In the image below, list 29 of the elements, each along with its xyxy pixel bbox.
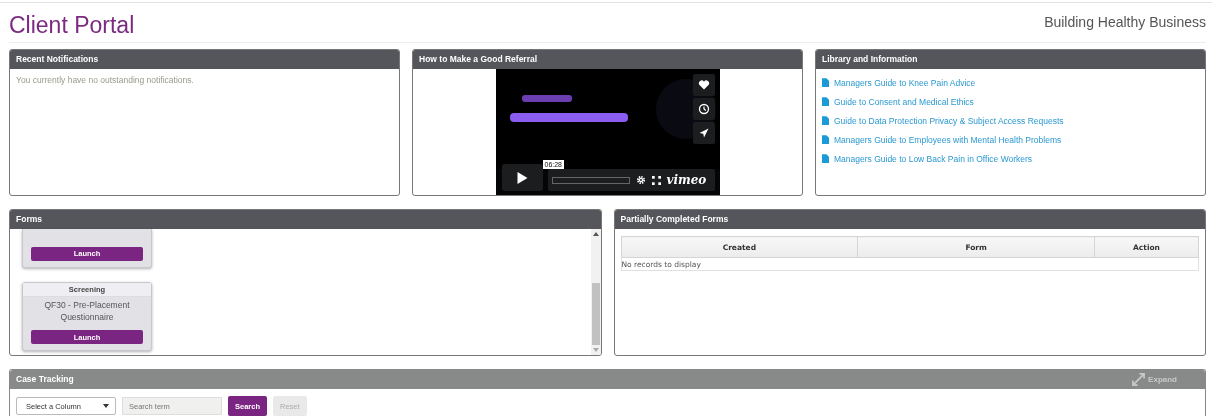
form-name: QF30 - Pre-Placement Questionnaire [43,298,131,324]
expand-icon [1132,373,1146,386]
panel-title: Case Tracking [16,373,74,386]
notifications-message: You currently have no outstanding notifications. [16,75,195,85]
vimeo-logo[interactable]: vimeo [666,173,707,187]
panel-header: Partially Completed Forms [614,210,1205,229]
fullscreen-icon[interactable] [651,175,661,185]
panel-header: Recent Notifications [10,50,399,69]
panel-header: Library and Information [816,50,1205,69]
document-icon [822,154,829,163]
caret-icon [103,404,109,408]
panel-header: How to Make a Good Referral [413,50,802,69]
document-icon [822,135,829,144]
watch-later-button[interactable] [692,98,715,120]
tagline: Building Healthy Business [1044,14,1206,30]
settings-icon[interactable] [635,175,646,185]
heart-icon [697,79,710,91]
play-button[interactable] [501,164,543,191]
portal-title: Client Portal [9,11,135,39]
scrollbar[interactable] [590,229,601,355]
share-button[interactable] [692,122,715,144]
document-icon [822,78,829,87]
scroll-up-icon[interactable] [592,232,599,236]
panel-header: Forms [10,210,601,229]
document-icon [822,97,829,106]
like-button[interactable] [692,74,715,96]
document-icon [822,116,829,125]
play-icon [516,171,528,184]
clock-icon [697,103,710,115]
